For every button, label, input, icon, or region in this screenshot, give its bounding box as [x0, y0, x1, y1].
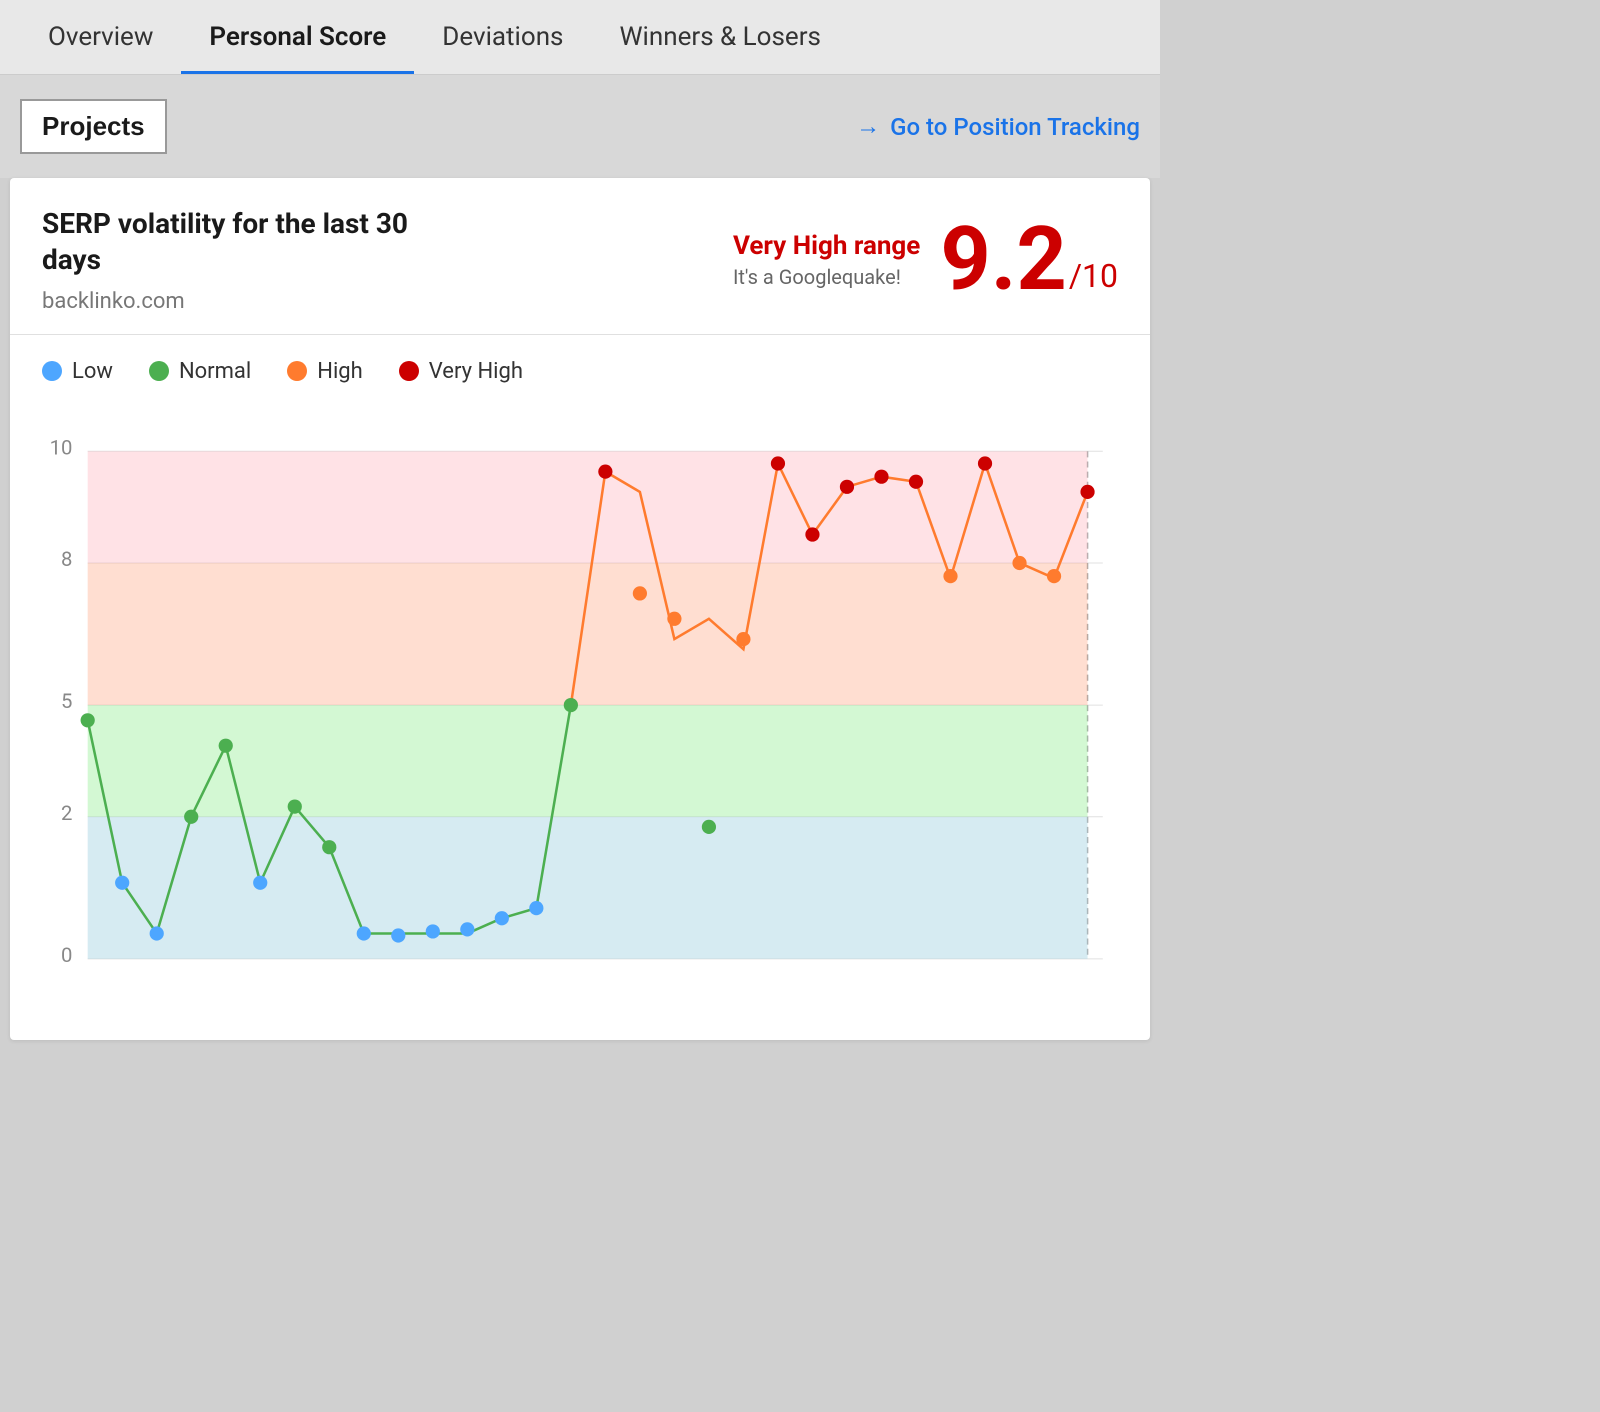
chart-svg-wrapper: 10 8 5 2 0: [42, 400, 1118, 1000]
legend-item-normal: Normal: [149, 359, 251, 384]
main-card: SERP volatility for the last 30 days bac…: [10, 178, 1150, 1040]
card-title-section: SERP volatility for the last 30 days bac…: [42, 206, 462, 314]
dot-23: [840, 480, 854, 494]
dot-9: [391, 928, 405, 942]
dot-22: [805, 527, 819, 541]
y-label-0: 0: [61, 943, 72, 967]
score-denom: /10: [1069, 260, 1118, 292]
very-high-band: [88, 451, 1088, 563]
y-label-5: 5: [61, 689, 72, 713]
low-band: [88, 817, 1088, 959]
y-label-8: 8: [61, 547, 72, 571]
position-tracking-link[interactable]: → Go to Position Tracking: [856, 112, 1140, 141]
dot-17: [633, 586, 647, 600]
legend-dot-normal: [149, 361, 169, 381]
tab-winners-losers[interactable]: Winners & Losers: [591, 0, 848, 74]
dot-26: [978, 456, 992, 470]
top-bar: Projects → Go to Position Tracking: [0, 75, 1160, 178]
dot-5: [253, 875, 267, 889]
dot-18: [667, 611, 681, 625]
tab-personal-score[interactable]: Personal Score: [181, 0, 414, 74]
dot-7: [322, 840, 336, 854]
y-label-2: 2: [61, 801, 72, 825]
y-label-10: 10: [50, 435, 73, 459]
tracking-link-label: Go to Position Tracking: [890, 113, 1140, 141]
legend-label-low: Low: [72, 359, 113, 384]
dot-25r: [909, 474, 923, 488]
dot-24: [874, 469, 888, 483]
dot-25: [943, 569, 957, 583]
legend-item-very-high: Very High: [399, 359, 523, 384]
legend-item-high: High: [287, 359, 363, 384]
chart-container: 10 8 5 2 0: [10, 400, 1150, 1040]
volatility-subtitle: It's a Googlequake!: [733, 265, 920, 289]
dot-18b: [702, 820, 716, 834]
arrow-icon: →: [856, 112, 880, 141]
dot-30: [1080, 485, 1094, 499]
legend-dot-low: [42, 361, 62, 381]
dot-15: [598, 464, 612, 478]
chart-legend: Low Normal High Very High: [10, 335, 1150, 400]
dot-14: [564, 698, 578, 712]
volatility-score-section: Very High range It's a Googlequake! 9.2/…: [733, 216, 1118, 304]
legend-dot-high: [287, 361, 307, 381]
score-value: 9.2: [940, 216, 1067, 304]
dot-28: [1012, 556, 1026, 570]
dot-13: [529, 901, 543, 915]
legend-item-low: Low: [42, 359, 113, 384]
dot-3: [184, 809, 198, 823]
dot-1: [115, 875, 129, 889]
card-header: SERP volatility for the last 30 days bac…: [10, 178, 1150, 335]
dot-4: [219, 738, 233, 752]
legend-label-normal: Normal: [179, 359, 251, 384]
card-title: SERP volatility for the last 30 days: [42, 206, 462, 279]
dot-0: [81, 713, 95, 727]
volatility-label-group: Very High range It's a Googlequake!: [733, 231, 920, 289]
dot-8: [357, 926, 371, 940]
tab-deviations[interactable]: Deviations: [414, 0, 591, 74]
volatility-range-label: Very High range: [733, 231, 920, 261]
dot-6: [288, 799, 302, 813]
legend-label-high: High: [317, 359, 363, 384]
legend-label-very-high: Very High: [429, 359, 523, 384]
dot-21: [771, 456, 785, 470]
score-display: 9.2/10: [940, 216, 1118, 304]
normal-band: [88, 705, 1088, 817]
legend-dot-very-high: [399, 361, 419, 381]
dot-11: [460, 922, 474, 936]
tab-overview[interactable]: Overview: [20, 0, 181, 74]
dot-2: [150, 926, 164, 940]
dot-10: [426, 924, 440, 938]
dot-29: [1047, 569, 1061, 583]
projects-button[interactable]: Projects: [20, 99, 167, 154]
domain-label: backlinko.com: [42, 289, 462, 314]
chart-svg: 10 8 5 2 0: [42, 400, 1118, 1000]
dot-20: [736, 632, 750, 646]
navigation-tabs: Overview Personal Score Deviations Winne…: [0, 0, 1160, 75]
dot-12: [495, 911, 509, 925]
